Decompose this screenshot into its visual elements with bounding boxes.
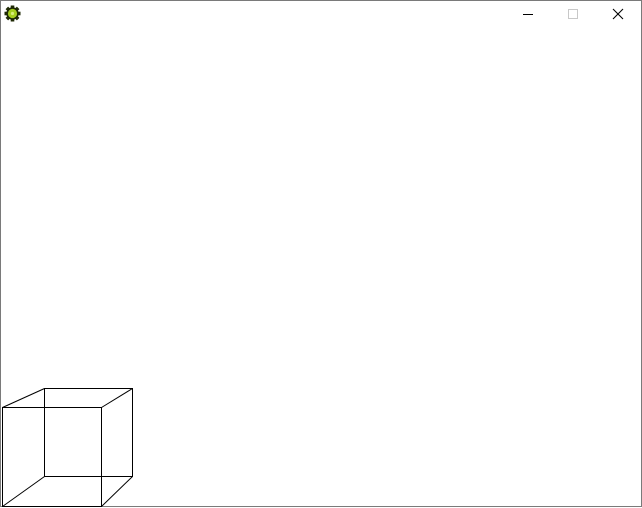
maximize-icon: [567, 9, 578, 19]
maximize-button[interactable]: [550, 1, 595, 27]
cube-edge: [101, 388, 133, 408]
title-bar[interactable]: [1, 1, 641, 27]
drawing-canvas[interactable]: [1, 27, 641, 507]
close-icon: [612, 8, 623, 20]
wireframe-cube: [2, 388, 133, 507]
cube-edge: [2, 476, 45, 507]
cube-edge: [2, 388, 45, 408]
minimize-button[interactable]: [505, 1, 550, 27]
app-window: [0, 0, 642, 507]
cube-front-face: [2, 407, 102, 507]
gear-icon-graphic: [4, 5, 21, 22]
minimize-icon: [522, 14, 533, 15]
cube-back-face: [44, 388, 133, 477]
cube-edge: [101, 476, 133, 507]
gear-icon[interactable]: [4, 5, 21, 22]
close-button[interactable]: [595, 1, 640, 27]
